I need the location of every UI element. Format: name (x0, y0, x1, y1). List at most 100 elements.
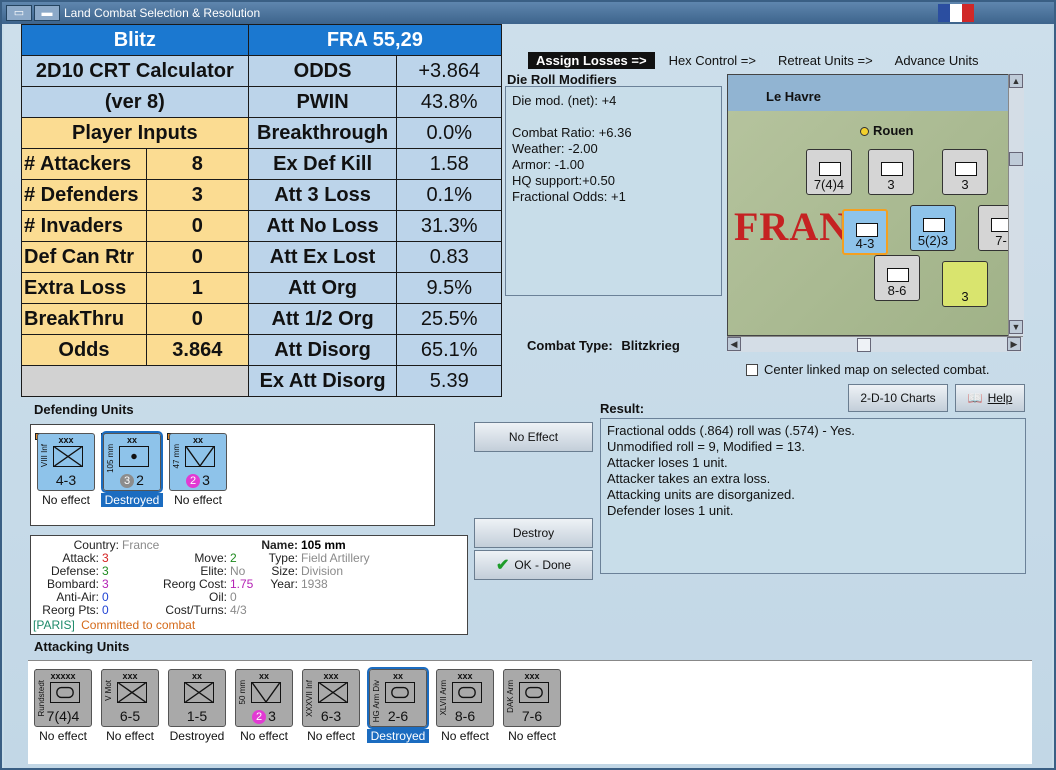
tab-assign-losses[interactable]: Assign Losses => (528, 51, 655, 69)
result-line: Unmodified roll = 9, Modified = 13. (607, 439, 805, 454)
map-counter[interactable]: 3 (942, 261, 988, 307)
info-type: Field Artillery (301, 551, 370, 565)
result-line: Fractional odds (.864) roll was (.574) -… (607, 423, 855, 438)
attacking-unit[interactable]: xx 1-5 Destroyed (166, 669, 228, 743)
scroll-left-icon[interactable]: ◀ (727, 337, 741, 351)
die-mod-line: Weather: -2.00 (512, 141, 598, 156)
unit-result: No effect (39, 729, 87, 743)
result-value: 25.5% (396, 303, 502, 335)
result-label: PWIN (247, 86, 398, 118)
info-reorg-cost: 1.75 (230, 577, 254, 591)
unit-result: No effect (106, 729, 154, 743)
help-button[interactable]: 📖 Help (955, 384, 1025, 412)
unit-result: No effect (174, 493, 222, 507)
calc-version: (ver 8) (21, 86, 249, 118)
tab-hex-control[interactable]: Hex Control => (661, 52, 764, 69)
result-value: 1.58 (396, 148, 502, 180)
map-combat-counter[interactable]: 4-3 (842, 209, 888, 255)
artillery-icon (119, 446, 149, 467)
input-value[interactable]: 3 (145, 179, 249, 211)
result-label: Ex Def Kill (247, 148, 398, 180)
info-oil: 0 (230, 590, 237, 604)
die-roll-modifiers-panel: Die mod. (net): +4 Combat Ratio: +6.36 W… (505, 86, 722, 296)
info-country: France (122, 538, 160, 552)
unit-result: No effect (42, 493, 90, 507)
map-city-le-havre: Le Havre (766, 89, 821, 104)
center-map-option[interactable]: Center linked map on selected combat. (746, 362, 989, 377)
info-year: 1938 (301, 577, 328, 591)
attacking-unit[interactable]: xxx V Mot 6-5 No effect (99, 669, 161, 743)
attacking-unit[interactable]: xxx XLVII Arm 8-6 No effect (434, 669, 496, 743)
info-location: [PARIS] (33, 618, 75, 632)
attacking-unit[interactable]: xxx DAK Arm 7-6 No effect (501, 669, 563, 743)
info-defense: 3 (102, 564, 109, 578)
title-bar: ▭ ▬ Land Combat Selection & Resolution (2, 2, 1054, 24)
charts-button[interactable]: 2-D-10 Charts (848, 384, 948, 412)
defending-unit[interactable]: xxx VIII Inf 4-3 No effect (35, 433, 97, 507)
input-value[interactable]: 8 (145, 148, 249, 180)
result-line: Attacker takes an extra loss. (607, 471, 771, 486)
unit-result: No effect (240, 729, 288, 743)
help-label: Help (987, 391, 1013, 405)
info-status: Committed to combat (81, 618, 196, 632)
input-label: Odds (21, 334, 147, 366)
input-label: # Defenders (21, 179, 147, 211)
input-label: Def Can Rtr (21, 241, 147, 273)
linked-map[interactable]: FRANC Le Havre Rouen 7(4)4 3 3 5(2)3 4-3… (727, 74, 1023, 336)
map-counter[interactable]: 7(4)4 (806, 149, 852, 195)
tab-retreat-units[interactable]: Retreat Units => (770, 52, 881, 69)
info-cost: 4/3 (230, 603, 247, 617)
info-reorg: 0 (102, 603, 109, 617)
map-city-rouen: Rouen (873, 123, 914, 138)
map-counter[interactable]: 3 (868, 149, 914, 195)
scroll-thumb[interactable] (857, 338, 871, 352)
unit-result: No effect (441, 729, 489, 743)
die-mod-line: Fractional Odds: +1 (512, 189, 626, 204)
unit-counter: xx 105 mm 32 (101, 431, 163, 493)
crt-calculator: Blitz FRA 55,29 2D10 CRT Calculator ODDS… (21, 24, 503, 397)
calc-hex: FRA 55,29 (247, 24, 503, 56)
map-city-marker (860, 127, 869, 136)
scroll-right-icon[interactable]: ▶ (1007, 337, 1021, 351)
system-menu-button[interactable]: ▭ (6, 5, 32, 21)
map-horizontal-scrollbar[interactable]: ◀ ▶ (727, 336, 1023, 352)
unit-result: No effect (307, 729, 355, 743)
no-effect-button[interactable]: No Effect (474, 422, 593, 452)
input-value[interactable]: 0 (145, 303, 249, 335)
attacking-unit[interactable]: xx 50 mm 23 No effect (233, 669, 295, 743)
result-value: 9.5% (396, 272, 502, 304)
map-counter[interactable]: 5(2)3 (910, 205, 956, 251)
scroll-thumb[interactable] (1009, 152, 1023, 166)
map-vertical-scrollbar[interactable]: ▲ ▼ (1008, 74, 1024, 336)
defending-unit[interactable]: xx 47 mm 23 No effect (167, 433, 229, 507)
infantry-icon (53, 446, 83, 467)
attacking-unit-selected[interactable]: xx HG Arm Div 2-6 Destroyed (367, 667, 429, 743)
scroll-up-icon[interactable]: ▲ (1009, 74, 1023, 88)
result-label: ODDS (247, 55, 398, 87)
map-counter[interactable]: 8-6 (874, 255, 920, 301)
result-value: 43.8% (396, 86, 502, 118)
input-value[interactable]: 0 (145, 241, 249, 273)
result-label: Att 3 Loss (247, 179, 398, 211)
result-line: Defender loses 1 unit. (607, 503, 734, 518)
input-value[interactable]: 1 (145, 272, 249, 304)
info-elite: No (230, 564, 246, 578)
attacking-unit[interactable]: xxx XXXVII Inf 6-3 No effect (300, 669, 362, 743)
input-value[interactable]: 0 (145, 210, 249, 242)
unit-counter: xxx DAK Arm 7-6 (503, 669, 561, 727)
destroy-button[interactable]: Destroy (474, 518, 593, 548)
input-value: 3.864 (145, 334, 249, 366)
defending-unit-selected[interactable]: xx 105 mm 32 Destroyed (101, 431, 163, 507)
center-map-checkbox[interactable] (746, 363, 758, 376)
ok-done-button[interactable]: ✔ OK - Done (474, 550, 593, 580)
tab-advance-units[interactable]: Advance Units (887, 52, 987, 69)
result-label: Att 1/2 Org (247, 303, 398, 335)
armor-icon (50, 682, 80, 703)
result-label: Att Org (247, 272, 398, 304)
map-counter[interactable]: 3 (942, 149, 988, 195)
scroll-down-icon[interactable]: ▼ (1009, 320, 1023, 334)
minimize-button[interactable]: ▬ (34, 5, 60, 21)
info-move: 2 (230, 551, 237, 565)
unit-counter: xxx XLVII Arm 8-6 (436, 669, 494, 727)
attacking-unit[interactable]: xxxxx Rundstedt 7(4)4 No effect (32, 669, 94, 743)
